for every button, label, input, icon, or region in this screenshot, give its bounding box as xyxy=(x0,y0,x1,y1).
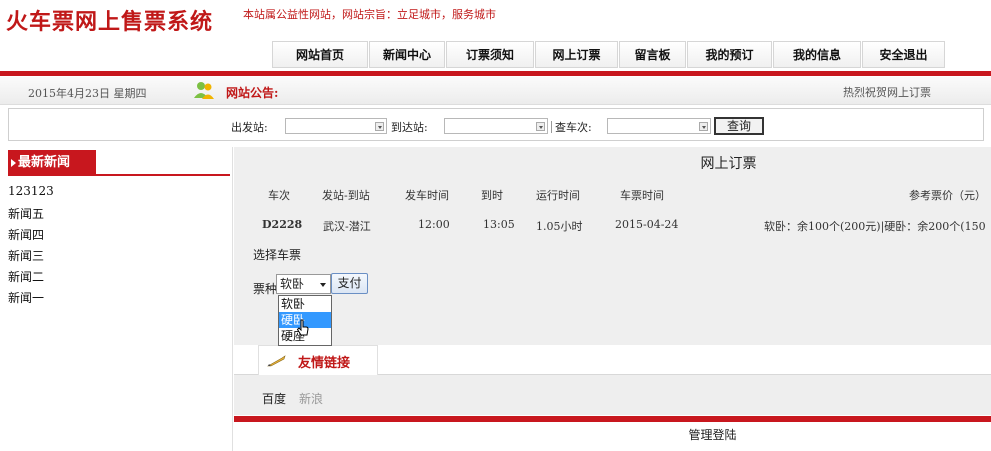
news-item[interactable]: 新闻五 xyxy=(8,205,54,226)
col-header-train: 车次 xyxy=(268,189,290,202)
search-bar: 出发站: 到达站: 查车次: 查询 xyxy=(8,108,984,141)
news-item[interactable]: 123123 xyxy=(8,184,54,205)
dropdown-arrow-icon xyxy=(536,122,545,131)
news-item[interactable]: 新闻四 xyxy=(8,226,54,247)
notice-bar: 2015年4月23日 星期四 网站公告: 热烈祝贺网上订票 xyxy=(0,77,991,105)
links-header: 友情链接 xyxy=(234,345,991,375)
notice-label: 网站公告: xyxy=(226,86,279,100)
nav-message-board[interactable]: 留言板 xyxy=(619,41,686,68)
header-divider xyxy=(0,71,991,76)
site-title: 火车票网上售票系统 xyxy=(6,9,214,35)
news-item[interactable]: 新闻一 xyxy=(8,289,54,310)
manage-login-title: 管理登陆 xyxy=(688,428,737,442)
train-number-label: 查车次: xyxy=(555,121,592,134)
links-body: 百度 新浪 xyxy=(234,375,991,415)
ticket-option-soft-sleeper[interactable]: 软卧 xyxy=(279,296,331,312)
nav-news[interactable]: 新闻中心 xyxy=(369,41,445,68)
nav-my-orders[interactable]: 我的预订 xyxy=(687,41,772,68)
main-nav: 网站首页 新闻中心 订票须知 网上订票 留言板 我的预订 我的信息 安全退出 xyxy=(272,41,946,68)
booking-title-text: 网上订票 xyxy=(700,156,757,172)
news-header: 最新新闻 xyxy=(8,148,230,176)
col-header-price: 参考票价（元） xyxy=(909,189,986,202)
header: 火车票网上售票系统 本站属公益性网站，网站宗旨：立足城市，服务城市 xyxy=(0,0,991,36)
ticket-type-label: 票种 xyxy=(253,282,278,296)
column-divider xyxy=(232,147,233,451)
dropdown-arrow-icon xyxy=(699,122,708,131)
dropdown-arrow-icon xyxy=(375,122,384,131)
cell-price: 软卧：余100个(200元)|硬卧：余200个(150 xyxy=(764,220,986,233)
link-sina[interactable]: 新浪 xyxy=(299,390,323,407)
pen-icon xyxy=(267,355,286,367)
nav-logout[interactable]: 安全退出 xyxy=(862,41,945,68)
train-number-select[interactable] xyxy=(607,118,711,134)
booking-panel: 网上订票 车次 发站-到站 发车时间 到时 运行时间 车票时间 参考票价（元） … xyxy=(234,147,991,346)
site-slogan: 本站属公益性网站，网站宗旨：立足城市，服务城市 xyxy=(243,8,496,21)
booking-title: 网上订票 xyxy=(234,153,991,173)
notice-text: 热烈祝贺网上订票 xyxy=(843,86,931,99)
nav-home[interactable]: 网站首页 xyxy=(272,41,368,68)
to-station-select[interactable] xyxy=(444,118,548,134)
cell-depart: 12:00 xyxy=(418,218,450,231)
to-station-label: 到达站: xyxy=(391,121,428,134)
news-item[interactable]: 新闻三 xyxy=(8,247,54,268)
links-title: 友情链接 xyxy=(298,356,351,371)
nav-booking-notice[interactable]: 订票须知 xyxy=(446,41,534,68)
mouse-pointer-icon xyxy=(296,319,309,336)
ticket-type-select[interactable]: 软卧 xyxy=(276,274,331,294)
nav-online-booking[interactable]: 网上订票 xyxy=(535,41,618,68)
from-station-label: 出发站: xyxy=(231,121,268,134)
cell-arrive: 13:05 xyxy=(483,218,515,231)
col-header-date: 车票时间 xyxy=(620,189,664,202)
query-button[interactable]: 查询 xyxy=(714,117,764,135)
cell-duration: 1.05小时 xyxy=(536,220,583,233)
from-station-select[interactable] xyxy=(285,118,387,134)
nav-my-info[interactable]: 我的信息 xyxy=(773,41,861,68)
links-tab: 友情链接 xyxy=(258,345,378,375)
choose-ticket-label: 选择车票 xyxy=(253,248,302,262)
col-header-route: 发站-到站 xyxy=(322,189,370,202)
col-header-arrive: 到时 xyxy=(481,189,503,202)
cell-train-no: D2228 xyxy=(262,218,303,231)
news-sidebar: 最新新闻 123123 新闻五 新闻四 新闻三 新闻二 新闻一 xyxy=(8,148,230,451)
cell-route: 武汉-潜江 xyxy=(323,220,371,233)
news-item[interactable]: 新闻二 xyxy=(8,268,54,289)
news-list: 123123 新闻五 新闻四 新闻三 新闻二 新闻一 xyxy=(8,184,54,310)
pay-button[interactable]: 支付 xyxy=(331,273,368,294)
manage-divider xyxy=(234,416,991,422)
link-baidu[interactable]: 百度 xyxy=(262,390,286,407)
cell-date: 2015-04-24 xyxy=(615,218,679,231)
news-title: 最新新闻 xyxy=(8,150,96,176)
col-header-duration: 运行时间 xyxy=(536,189,580,202)
separator xyxy=(551,121,552,133)
user-group-icon xyxy=(194,82,214,99)
col-header-depart: 发车时间 xyxy=(405,189,449,202)
current-date: 2015年4月23日 星期四 xyxy=(28,87,147,100)
